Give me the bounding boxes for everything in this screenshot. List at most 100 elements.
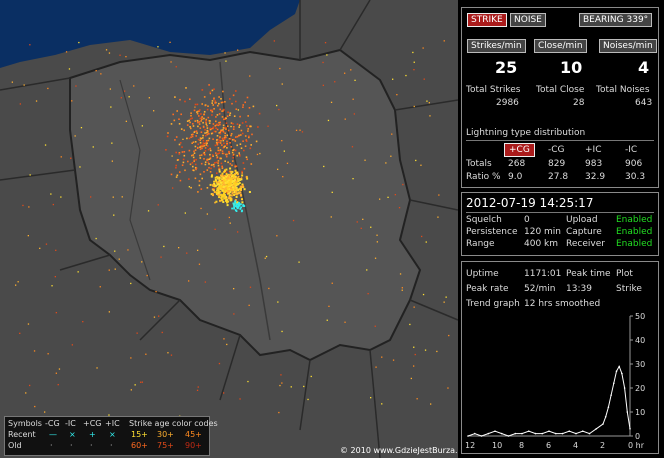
strike-dot [222, 139, 225, 142]
strike-dot [215, 120, 217, 123]
strike-dot [213, 180, 216, 183]
trend-point [554, 432, 557, 435]
trend-point [626, 411, 629, 413]
strike-dot [213, 88, 215, 90]
strike-dot [201, 118, 203, 120]
strike-dot [239, 398, 241, 400]
strike-dot [438, 194, 440, 196]
noises-rate-button[interactable]: Noises/min [599, 39, 657, 53]
strike-dot [220, 194, 223, 197]
strike-dot [218, 362, 221, 365]
strike-dot [124, 90, 126, 92]
strike-dot [214, 144, 217, 147]
strike-dot [204, 147, 207, 149]
strike-dot [231, 164, 233, 167]
strike-dot [165, 149, 167, 151]
strike-dot [226, 115, 229, 117]
strike-dot [224, 101, 226, 103]
strike-dot [242, 106, 244, 108]
legend-recent-ncg: — [49, 430, 57, 439]
strike-dot [279, 384, 281, 387]
trend-point [581, 430, 584, 432]
strike-dot [206, 145, 209, 147]
strike-dot [236, 201, 239, 204]
strike-dot [215, 127, 217, 129]
strike-dot [189, 98, 191, 100]
close-rate-button[interactable]: Close/min [534, 39, 587, 53]
strike-dot [226, 140, 228, 143]
strike-dot [376, 234, 378, 236]
strike-dot [219, 136, 221, 138]
stats-box: Uptime 1171:01 Peak time Plot Peak rate … [461, 261, 659, 454]
strike-dot [68, 68, 71, 70]
strike-dot [194, 145, 197, 148]
strike-dot [223, 146, 225, 148]
strike-dot [283, 150, 285, 152]
strike-dot [239, 115, 241, 118]
dist-col-pcg[interactable]: +CG [504, 143, 535, 157]
strike-dot [231, 102, 233, 105]
strike-dot [443, 301, 445, 303]
strikes-rate-button[interactable]: Strikes/min [467, 39, 526, 53]
strike-dot [216, 176, 219, 179]
strike-dot [227, 125, 229, 127]
strike-dot [134, 384, 136, 386]
strike-dot [65, 51, 68, 53]
strike-dot [213, 191, 216, 193]
symbol-legend: Symbols -CG -IC +CG +IC Strike age color… [4, 416, 218, 456]
strike-dot [234, 149, 237, 152]
strike-dot [195, 130, 198, 132]
strike-dot [130, 357, 132, 359]
strike-dot [280, 374, 282, 376]
legend-old-pic: · [110, 441, 113, 450]
strike-dot [232, 123, 234, 125]
strike-dot [281, 83, 283, 85]
strike-dot [216, 114, 219, 116]
strike-dot [245, 121, 247, 123]
strike-dot [252, 105, 255, 108]
strike-dot [118, 258, 120, 260]
strike-dot [222, 124, 225, 127]
lightning-map[interactable]: Symbols -CG -IC +CG +IC Strike age color… [0, 0, 465, 458]
strike-dot [232, 180, 234, 183]
tab-noise[interactable]: NOISE [510, 13, 546, 27]
plot-value[interactable]: Strike [616, 284, 642, 295]
strike-dot [232, 149, 234, 152]
dist-col-ncg: -CG [548, 145, 565, 155]
strike-dot [206, 124, 208, 127]
strike-dot [166, 135, 169, 138]
legend-age-60: 60+ [131, 441, 148, 450]
strike-dot [190, 112, 192, 114]
strike-dot [141, 381, 143, 383]
strike-dot [265, 255, 268, 258]
strike-dot [54, 276, 56, 278]
legend-recent-pic: × [109, 430, 116, 439]
strike-dot [206, 159, 208, 161]
strike-dot [276, 104, 278, 107]
strike-dot [251, 133, 253, 136]
strike-dot [153, 110, 155, 112]
strike-dot [231, 151, 234, 154]
strike-dot [202, 142, 205, 144]
strike-dot [57, 384, 59, 386]
strike-dot [206, 187, 209, 189]
strike-dot [136, 332, 138, 334]
strike-dot [245, 156, 248, 158]
tab-strike[interactable]: STRIKE [467, 13, 507, 27]
strike-dot [153, 316, 156, 318]
strike-dot [186, 137, 188, 140]
strike-dot [224, 181, 227, 184]
strike-dot [15, 284, 17, 286]
strike-dot [175, 164, 177, 167]
strike-dot [225, 128, 227, 130]
strike-dot [178, 118, 180, 120]
strike-dot [437, 216, 439, 218]
strike-dot [238, 182, 241, 185]
strike-dot [259, 152, 261, 155]
strike-dot [198, 180, 201, 182]
strike-dot [233, 313, 235, 315]
bearing-button[interactable]: BEARING 339° [579, 13, 653, 27]
strike-dot [219, 108, 221, 111]
strike-dot [226, 177, 229, 180]
strike-dot [209, 92, 211, 95]
